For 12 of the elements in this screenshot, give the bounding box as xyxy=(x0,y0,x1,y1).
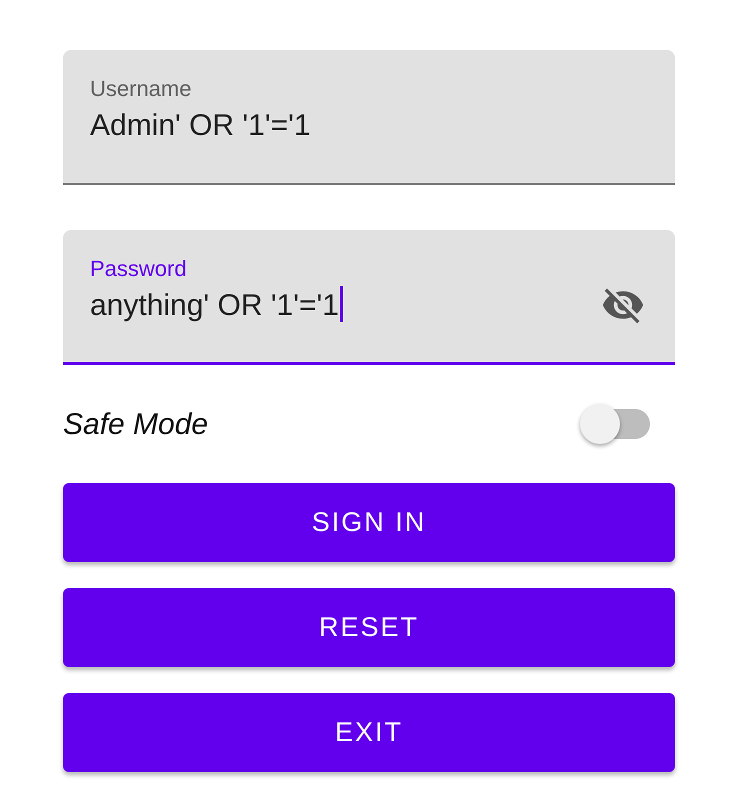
safe-mode-label: Safe Mode xyxy=(63,406,208,442)
field-label: Username xyxy=(90,76,192,102)
username-field[interactable]: Username Admin' OR '1'='1 xyxy=(63,50,675,185)
password-field[interactable]: Password anything' OR '1'='1 xyxy=(63,230,675,365)
field-label: Password xyxy=(90,256,188,282)
action-button[interactable]: RESET xyxy=(63,588,675,667)
safe-mode-switch[interactable] xyxy=(580,404,650,444)
field-value: Admin' OR '1'='1 xyxy=(90,108,311,144)
action-button[interactable]: SIGN IN xyxy=(63,483,675,562)
field-value: anything' OR '1'='1 xyxy=(90,288,339,324)
text-cursor xyxy=(340,286,343,322)
action-button[interactable]: EXIT xyxy=(63,693,675,772)
